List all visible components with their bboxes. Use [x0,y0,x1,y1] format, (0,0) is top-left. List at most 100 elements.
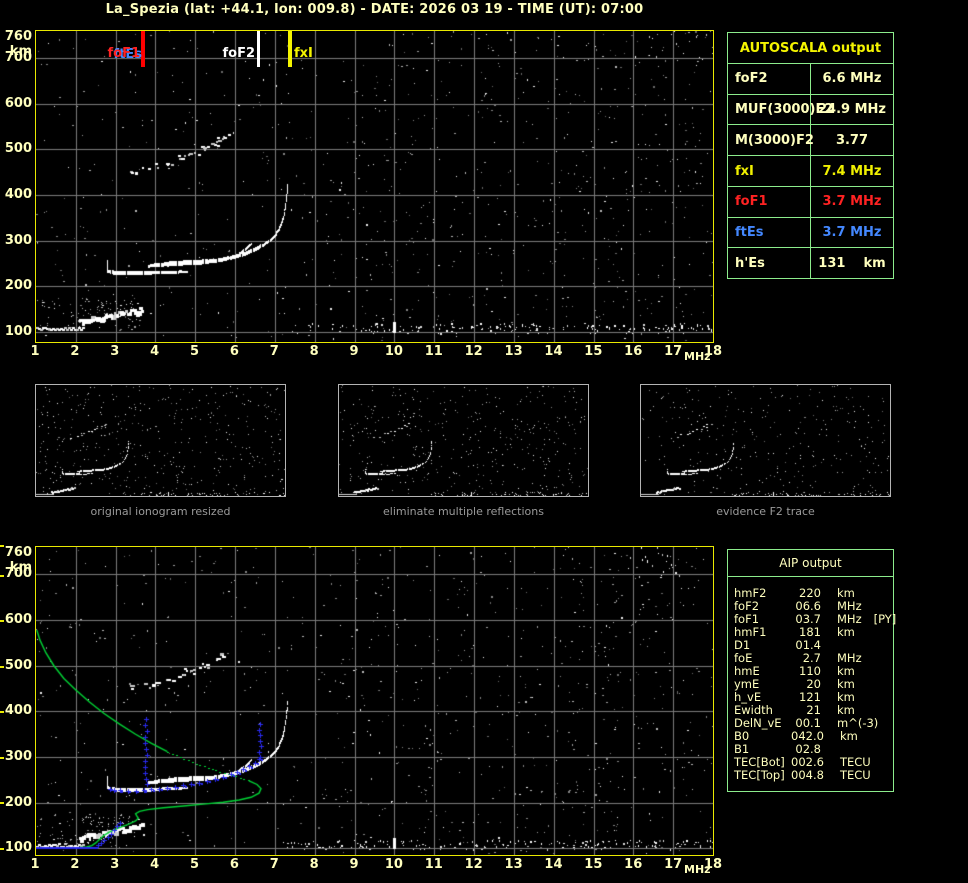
x-axis-label: 15 [584,857,603,872]
x-axis-label: 2 [70,857,80,872]
marker-label-foF2: foF2 [222,46,255,61]
bottom-plot-edge-tick [0,802,4,804]
y-axis-label: 500 [4,141,32,157]
x-axis-label: 14 [544,857,563,872]
y-axis-label: 100 [4,323,32,339]
x-axis-label: 10 [384,344,403,359]
y-axis-label: 200 [4,794,32,810]
autoscala-row-fxI: fxI 7.4 MHz [728,156,893,187]
x-axis-label: 6 [229,857,239,872]
autoscala-row-value: 6.6 MHz [822,71,882,87]
x-axis-label: 1 [30,344,40,359]
marker-label-foF1: foF1 [107,46,140,61]
thumbnail-caption-evidence: evidence F2 trace [716,505,815,518]
x-axis-label: 11 [424,344,443,359]
thumbnail-caption-eliminate: eliminate multiple reflections [383,505,544,518]
aip-table-title: AIP output [728,550,893,577]
thumbnail-eliminate-reflections [338,384,589,497]
y-axis-label: 400 [4,703,32,719]
autoscala-row-MUF(3000)F2: MUF(3000)F2 24.9 MHz [728,94,893,126]
autoscala-row-label: foF1 [728,186,811,217]
x-axis-label: 13 [504,344,523,359]
autoscala-row-value: 7.4 MHz [822,163,882,179]
autoscala-row-h'Es: h'Es 131 km [728,248,893,279]
top-ionogram-plot [35,30,714,343]
bottom-plot-edge-tick [0,545,4,547]
y-axis-label: 300 [4,749,32,765]
x-axis-label: 16 [624,857,643,872]
x-axis-label: 14 [544,344,563,359]
y-axis-label: 300 [4,232,32,248]
page-title: La_Spezia (lat: +44.1, lon: 009.8) - DAT… [105,2,644,17]
bottom-plot-edge-tick [0,711,4,713]
y-axis-label: 760 [4,544,32,560]
thumbnail-caption-original: original ionogram resized [90,505,231,518]
autoscala-screen: La_Spezia (lat: +44.1, lon: 009.8) - DAT… [0,0,968,883]
x-axis-label: 8 [309,344,319,359]
x-axis-label: 6 [229,344,239,359]
bottom-plot-edge-tick [0,666,4,668]
aip-unit: TECU [839,768,871,782]
x-axis-label: 1 [30,857,40,872]
y-axis-label: 100 [4,840,32,856]
y-axis-label: 400 [4,187,32,203]
autoscala-row-label: ftEs [728,217,811,248]
marker-label-fxI: fxI [294,46,313,61]
x-axis-label: 9 [349,344,359,359]
x-axis-label: 10 [384,857,403,872]
x-axis-label: 5 [189,857,200,872]
x-axis-label: 13 [504,857,523,872]
autoscala-row-label: M(3000)F2 [728,125,814,156]
x-axis-label: 3 [110,857,120,872]
x-axis-unit-label: MHz [684,863,711,876]
x-axis-label: 11 [424,857,443,872]
x-axis-label: 4 [150,344,160,359]
autoscala-table-title: AUTOSCALA output [728,33,893,64]
y-axis-label: 700 [4,566,32,582]
x-axis-label: 15 [584,344,603,359]
autoscala-table-rows: foF2 6.6 MHz MUF(3000)F2 24.9 MHz M(3000)F2 3… [728,64,893,279]
bottom-plot-edge-tick [0,620,4,622]
x-axis-label: 12 [464,857,483,872]
x-axis-label: 9 [349,857,359,872]
x-axis-label: 5 [189,344,200,359]
aip-value: 004.8 [791,768,824,782]
bottom-plot-edge-tick [0,757,4,759]
autoscala-output-table: AUTOSCALA output foF2 6.6 MHz MUF(3000)F2 2… [727,32,894,279]
aip-row-TEC[Top]: TEC[Top] 004.8 TECU [734,769,893,782]
autoscala-row-label: foF2 [728,64,811,94]
autoscala-row-foF2: foF2 6.6 MHz [728,64,893,95]
top-ionogram-canvas [36,31,713,342]
y-axis-label: 600 [4,95,32,111]
x-axis-label: 12 [464,344,483,359]
bottom-plot-edge-tick [0,575,4,577]
aip-unit: km [839,729,858,743]
aip-output-table: AIP output hmF2 220 km foF2 06.6 MHz foF1 03.7 M… [727,549,896,792]
y-axis-label: 700 [4,50,32,66]
autoscala-row-M(3000)F2: M(3000)F2 3.77 [728,125,893,157]
x-axis-unit-label: MHz [684,350,711,363]
aip-unit: km [837,625,855,639]
x-axis-label: 17 [664,857,683,872]
x-axis-label: 17 [664,344,683,359]
y-axis-label: 500 [4,657,32,673]
bottom-ionogram-plot [35,546,714,856]
y-axis-label: 600 [4,612,32,628]
autoscala-row-label: MUF(3000)F2 [728,94,833,125]
x-axis-label: 2 [70,344,80,359]
thumbnail-eliminate-canvas [339,385,588,496]
aip-label: TEC[Top] [734,768,785,782]
aip-extra: [PY] [873,612,897,626]
aip-table-rows: hmF2 220 km foF2 06.6 MHz foF1 03.7 MHz [PY] hmF1 1… [728,577,896,782]
autoscala-row-value: 3.77 [835,132,869,148]
autoscala-row-foF1: foF1 3.7 MHz [728,186,893,218]
autoscala-row-value: 24.9 MHz [818,102,886,118]
bottom-ionogram-canvas [36,547,713,855]
thumbnail-original-canvas [36,385,285,496]
autoscala-row-ftEs: ftEs 3.7 MHz [728,217,893,249]
marker-line-foF2 [257,31,260,67]
autoscala-row-label: fxI [728,156,811,186]
y-axis-label: 200 [4,278,32,294]
x-axis-label: 7 [269,857,279,872]
x-axis-label: 16 [624,344,643,359]
